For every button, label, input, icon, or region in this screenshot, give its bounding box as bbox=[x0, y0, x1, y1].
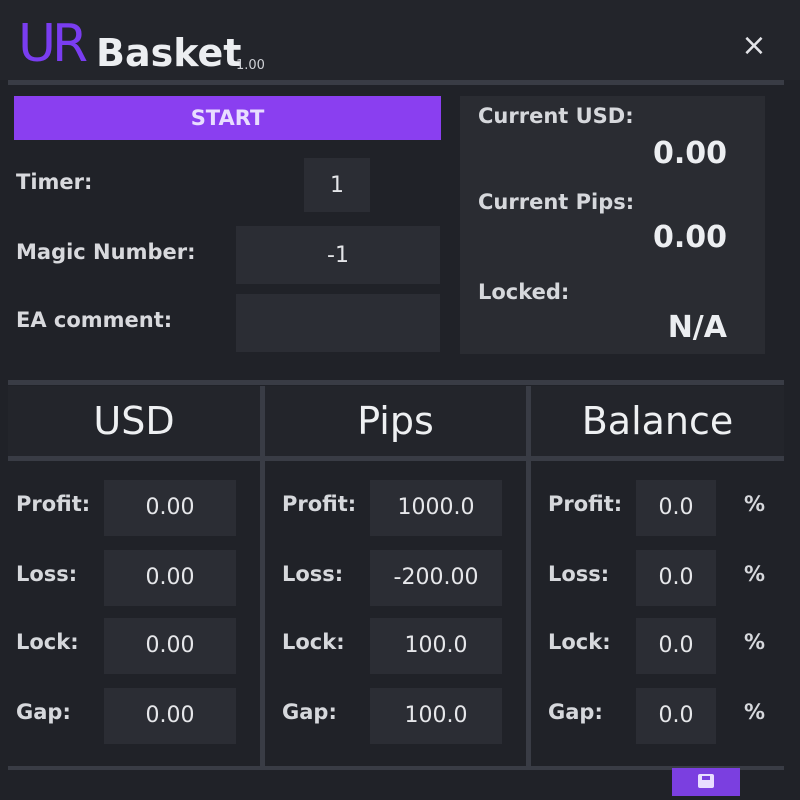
balance-profit-label: Profit: bbox=[548, 492, 623, 516]
save-icon bbox=[698, 774, 714, 788]
basket-panel: UR Basket 1.00 × START Timer: Magic Numb… bbox=[0, 0, 800, 800]
magic-number-label: Magic Number: bbox=[16, 240, 196, 264]
balance-title: Balance bbox=[531, 386, 784, 456]
divider bbox=[531, 456, 784, 461]
balance-gap-label: Gap: bbox=[548, 700, 603, 724]
logo-ur: UR bbox=[18, 14, 88, 74]
usd-lock-input[interactable] bbox=[104, 618, 236, 674]
current-usd-label: Current USD: bbox=[478, 104, 634, 128]
magic-number-input[interactable] bbox=[236, 226, 440, 284]
save-button[interactable] bbox=[672, 768, 740, 796]
pips-loss-label: Loss: bbox=[282, 562, 344, 586]
balance-gap-input[interactable] bbox=[636, 688, 716, 744]
pips-profit-input[interactable] bbox=[370, 480, 502, 536]
locked-label: Locked: bbox=[478, 280, 570, 304]
usd-loss-input[interactable] bbox=[104, 550, 236, 606]
percent-label: % bbox=[744, 700, 766, 724]
balance-lock-input[interactable] bbox=[636, 618, 716, 674]
pips-lock-label: Lock: bbox=[282, 630, 345, 654]
percent-label: % bbox=[744, 492, 766, 516]
divider bbox=[8, 456, 260, 461]
percent-label: % bbox=[744, 630, 766, 654]
ea-comment-input[interactable] bbox=[236, 294, 440, 352]
usd-profit-input[interactable] bbox=[104, 480, 236, 536]
current-pips-value: 0.00 bbox=[652, 220, 727, 255]
pips-gap-label: Gap: bbox=[282, 700, 337, 724]
current-usd-value: 0.00 bbox=[652, 136, 727, 171]
usd-gap-input[interactable] bbox=[104, 688, 236, 744]
ea-comment-label: EA comment: bbox=[16, 308, 173, 332]
divider bbox=[8, 766, 784, 770]
title-bar: UR Basket 1.00 × bbox=[0, 0, 800, 80]
current-pips-label: Current Pips: bbox=[478, 190, 635, 214]
balance-loss-label: Loss: bbox=[548, 562, 610, 586]
balance-lock-label: Lock: bbox=[548, 630, 611, 654]
divider bbox=[8, 380, 784, 385]
usd-lock-label: Lock: bbox=[16, 630, 79, 654]
close-icon[interactable]: × bbox=[736, 28, 772, 64]
pips-gap-input[interactable] bbox=[370, 688, 502, 744]
start-button[interactable]: START bbox=[14, 96, 441, 140]
pips-loss-input[interactable] bbox=[370, 550, 502, 606]
status-box: Current USD: 0.00 Current Pips: 0.00 Loc… bbox=[460, 96, 765, 354]
balance-loss-input[interactable] bbox=[636, 550, 716, 606]
version-label: 1.00 bbox=[236, 58, 265, 73]
pips-lock-input[interactable] bbox=[370, 618, 502, 674]
pips-title: Pips bbox=[265, 386, 526, 456]
logo-name: Basket bbox=[96, 31, 242, 75]
divider bbox=[265, 456, 526, 461]
timer-label: Timer: bbox=[16, 170, 93, 194]
usd-gap-label: Gap: bbox=[16, 700, 71, 724]
usd-profit-label: Profit: bbox=[16, 492, 91, 516]
timer-input[interactable] bbox=[304, 158, 370, 212]
percent-label: % bbox=[744, 562, 766, 586]
balance-profit-input[interactable] bbox=[636, 480, 716, 536]
pips-profit-label: Profit: bbox=[282, 492, 357, 516]
usd-loss-label: Loss: bbox=[16, 562, 78, 586]
divider bbox=[8, 80, 784, 85]
locked-value: N/A bbox=[667, 310, 727, 345]
usd-title: USD bbox=[8, 386, 260, 456]
